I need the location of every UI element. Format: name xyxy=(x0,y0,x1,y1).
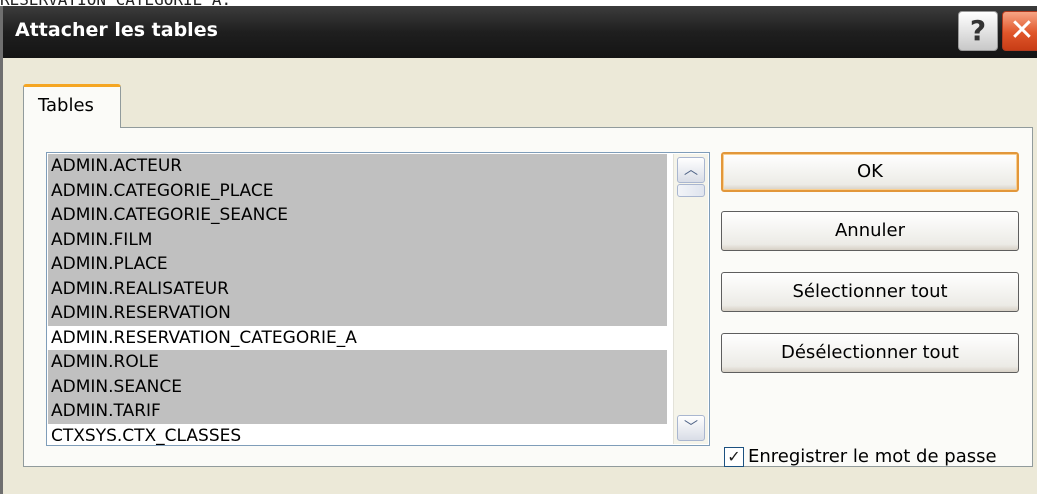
scroll-down-button[interactable]: ﹀ xyxy=(677,415,705,441)
table-list-item[interactable]: ADMIN.CATEGORIE_SEANCE xyxy=(48,203,667,228)
cancel-button[interactable]: Annuler xyxy=(721,211,1019,251)
table-list-item[interactable]: ADMIN.SEANCE xyxy=(48,374,667,399)
table-list-item[interactable]: ADMIN.TARIF xyxy=(48,399,667,424)
table-list-item[interactable]: ADMIN.ACTEUR xyxy=(48,154,667,179)
ok-button[interactable]: OK xyxy=(721,152,1019,192)
select-all-button[interactable]: Sélectionner tout xyxy=(721,272,1019,312)
tab-tables[interactable]: Tables xyxy=(23,84,121,128)
scroll-thumb[interactable] xyxy=(677,184,705,197)
checkmark-icon: ✓ xyxy=(727,447,741,466)
help-icon: ? xyxy=(969,14,987,47)
tables-list: ADMIN.ACTEUR ADMIN.CATEGORIE_PLACE ADMIN.C… xyxy=(48,154,667,446)
save-password-checkbox[interactable]: ✓ xyxy=(724,447,744,467)
table-list-item[interactable]: ADMIN.ROLE xyxy=(48,350,667,375)
tables-panel: ADMIN.ACTEUR ADMIN.CATEGORIE_PLACE ADMIN.C… xyxy=(23,127,1033,467)
tables-listbox[interactable]: ADMIN.ACTEUR ADMIN.CATEGORIE_PLACE ADMIN.C… xyxy=(46,152,710,446)
chevron-down-icon: ﹀ xyxy=(684,420,698,436)
table-list-item[interactable]: ADMIN.FILM xyxy=(48,227,667,252)
table-list-item[interactable]: ADMIN.CATEGORIE_PLACE xyxy=(48,178,667,203)
vertical-scrollbar[interactable]: ︿ ﹀ xyxy=(673,154,708,444)
table-list-item[interactable]: CTXSYS.CTX_CLASSES xyxy=(48,424,667,446)
save-password-label: Enregistrer le mot de passe xyxy=(748,446,997,467)
close-button[interactable]: ✕ xyxy=(1002,11,1037,51)
help-button[interactable]: ? xyxy=(958,11,998,51)
table-list-item[interactable]: ADMIN.RESERVATION xyxy=(48,301,667,326)
attach-tables-dialog: Attacher les tables ? ✕ Tables ADMIN.ACT… xyxy=(0,6,1037,494)
table-list-item[interactable]: ADMIN.PLACE xyxy=(48,252,667,277)
chevron-up-icon: ︿ xyxy=(684,162,698,178)
table-list-item[interactable]: ADMIN.RESERVATION_CATEGORIE_A xyxy=(48,326,667,351)
title-bar[interactable]: Attacher les tables ? ✕ xyxy=(3,6,1037,58)
close-icon: ✕ xyxy=(1009,13,1035,48)
deselect-all-button[interactable]: Désélectionner tout xyxy=(721,333,1019,373)
dialog-title: Attacher les tables xyxy=(15,19,218,41)
table-list-item[interactable]: ADMIN.REALISATEUR xyxy=(48,276,667,301)
scroll-up-button[interactable]: ︿ xyxy=(677,157,705,183)
